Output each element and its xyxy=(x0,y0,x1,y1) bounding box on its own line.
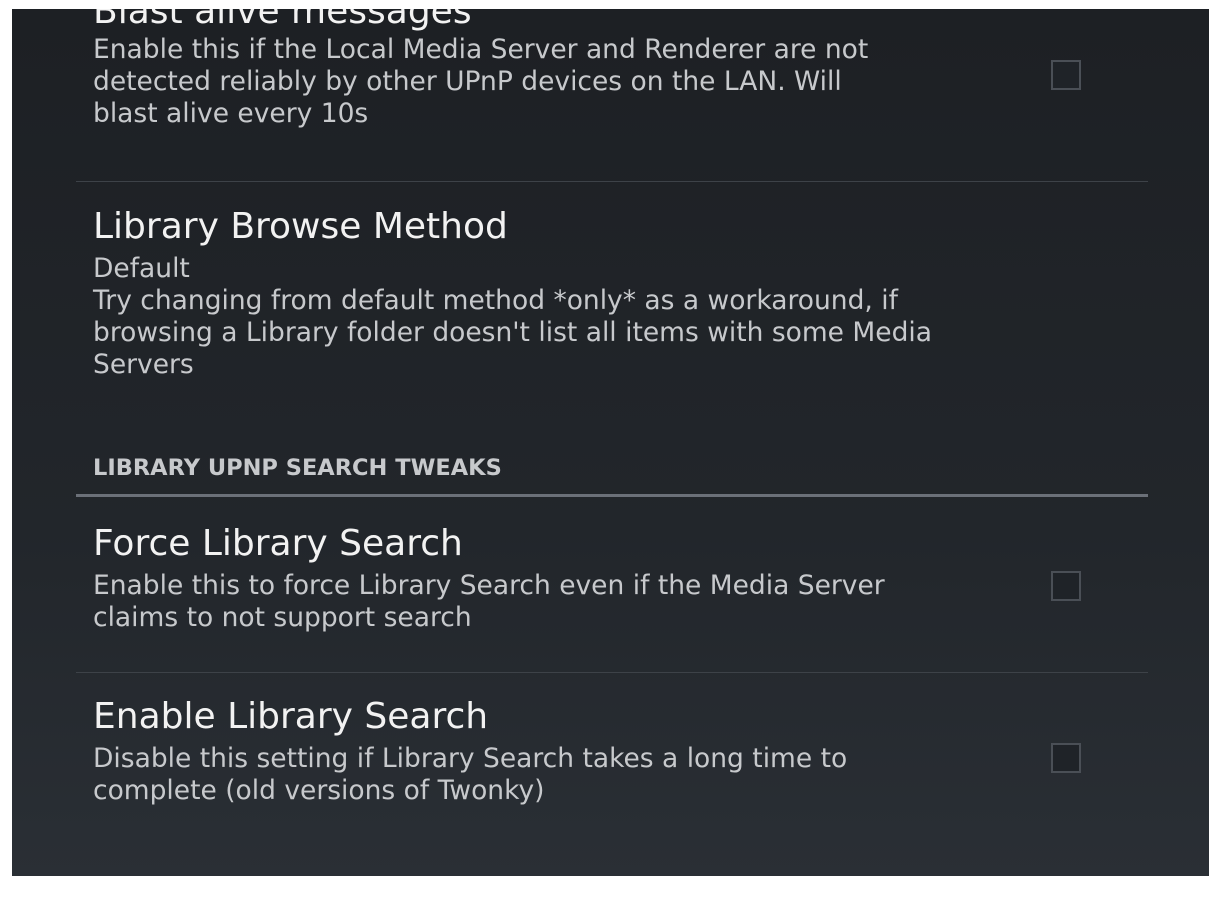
force-search-checkbox[interactable] xyxy=(1051,571,1081,601)
divider xyxy=(76,672,1148,673)
pref-value: Default xyxy=(93,253,190,284)
pref-browse-method[interactable]: Library Browse Method Default Try changi… xyxy=(93,205,1073,381)
summary-line: blast alive every 10s xyxy=(93,98,369,129)
enable-search-checkbox[interactable] xyxy=(1051,743,1081,773)
summary-line: Servers xyxy=(93,349,194,380)
summary-line: Enable this to force Library Search even… xyxy=(93,570,885,601)
summary-line: claims to not support search xyxy=(93,602,472,633)
summary-line: Enable this if the Local Media Server an… xyxy=(93,34,869,65)
summary-line: browsing a Library folder doesn't list a… xyxy=(93,317,932,348)
pref-force-search[interactable]: Force Library Search Enable this to forc… xyxy=(93,522,1073,634)
summary-line: Try changing from default method *only* … xyxy=(93,285,898,316)
category-divider xyxy=(76,494,1148,497)
summary-line: Disable this setting if Library Search t… xyxy=(93,743,848,774)
category-header: LIBRARY UPNP SEARCH TWEAKS xyxy=(93,455,502,481)
pref-summary: Disable this setting if Library Search t… xyxy=(93,743,1073,807)
summary-line: complete (old versions of Twonky) xyxy=(93,775,545,806)
blast-alive-checkbox[interactable] xyxy=(1051,60,1081,90)
pref-blast-alive[interactable]: Blast alive messages Enable this if the … xyxy=(93,9,1073,130)
pref-title: Enable Library Search xyxy=(93,696,489,737)
pref-summary: Enable this to force Library Search even… xyxy=(93,570,1073,634)
pref-summary: Default Try changing from default method… xyxy=(93,253,1073,381)
pref-enable-search[interactable]: Enable Library Search Disable this setti… xyxy=(93,695,1073,807)
pref-title: Force Library Search xyxy=(93,523,463,564)
pref-summary: Enable this if the Local Media Server an… xyxy=(93,34,1073,130)
pref-title: Blast alive messages xyxy=(93,9,472,32)
summary-line: detected reliably by other UPnP devices … xyxy=(93,66,842,97)
settings-screen: Blast alive messages Enable this if the … xyxy=(12,9,1209,876)
divider xyxy=(76,181,1148,182)
pref-title: Library Browse Method xyxy=(93,206,508,247)
